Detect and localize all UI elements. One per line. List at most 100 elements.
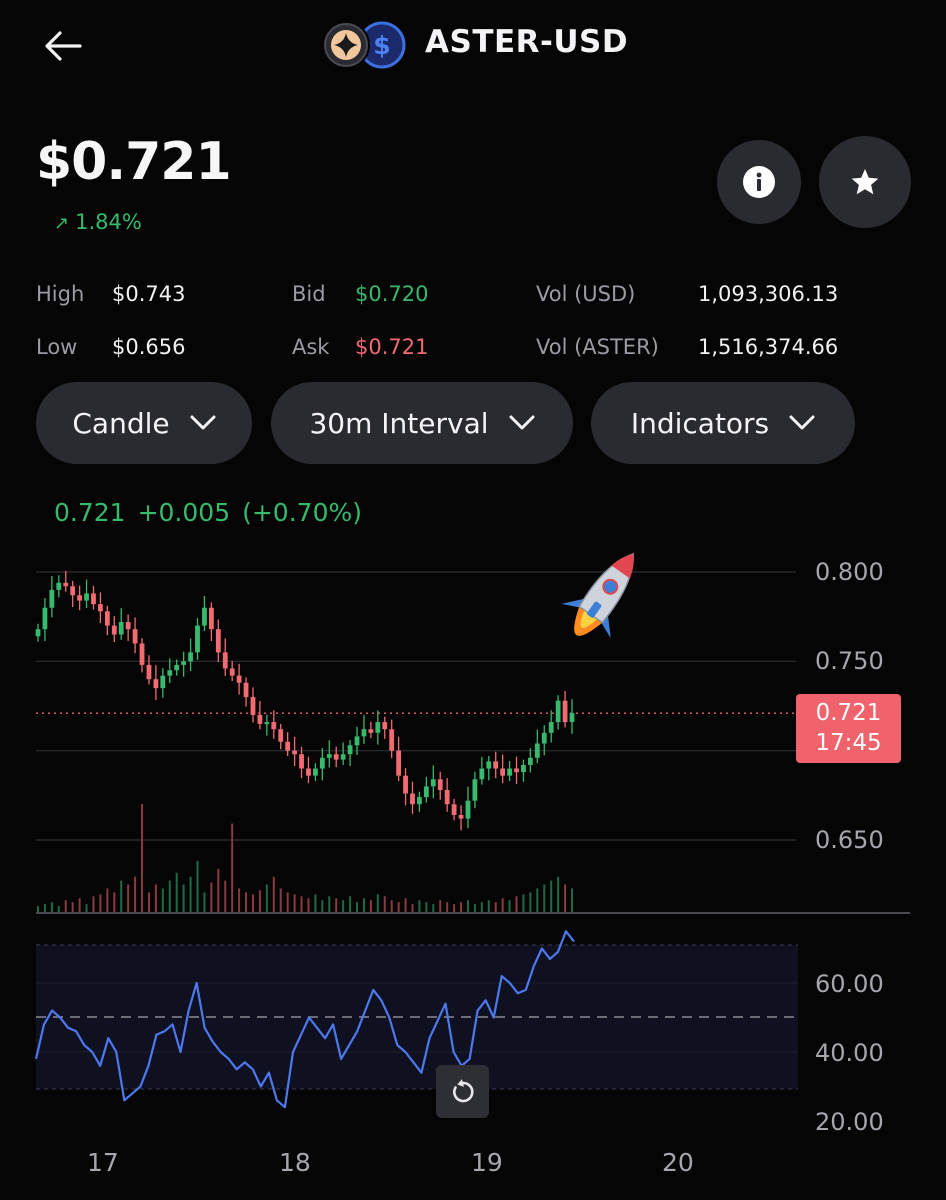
volume-bar xyxy=(425,902,428,912)
candle-body xyxy=(208,607,214,630)
volume-bar xyxy=(349,896,352,912)
candle-body xyxy=(35,629,41,637)
candle-body xyxy=(313,768,318,776)
volume-bar xyxy=(265,884,268,912)
volume-bar xyxy=(522,894,525,912)
candle-body xyxy=(56,582,62,590)
volume-bar xyxy=(501,898,504,912)
volume-bar xyxy=(376,894,379,912)
volume-bar xyxy=(251,894,254,912)
volume-bar xyxy=(480,902,483,912)
candle-body xyxy=(444,789,450,805)
candle-body xyxy=(188,652,193,662)
volume-bar xyxy=(432,904,435,912)
high-value: $0.743 xyxy=(112,282,186,306)
current-price-tag-countdown: 17:45 xyxy=(815,730,882,756)
quote-change-pct: (+0.70%) xyxy=(242,498,362,527)
candle-body xyxy=(285,741,291,751)
candle-body xyxy=(98,604,103,612)
reset-zoom-icon xyxy=(452,1078,474,1102)
volume-bar xyxy=(321,900,324,912)
candle-body xyxy=(132,629,138,644)
volume-bar xyxy=(453,904,456,912)
bid-label: Bid xyxy=(292,282,326,306)
x-tick-label: 17 xyxy=(87,1148,119,1177)
volume-bar xyxy=(328,896,331,912)
candle-body xyxy=(257,714,263,724)
back-arrow-icon[interactable] xyxy=(40,26,84,66)
candle-body xyxy=(125,622,131,630)
candle-body xyxy=(541,732,547,744)
candle-body xyxy=(354,736,360,746)
favorite-button[interactable] xyxy=(819,136,911,228)
volume-bar xyxy=(175,872,178,912)
candle-body xyxy=(195,625,200,653)
candle-body xyxy=(430,779,436,787)
x-tick-label: 20 xyxy=(662,1148,694,1177)
arrow-up-right-icon: ↗ xyxy=(54,213,70,234)
pair-title: ASTER-USD xyxy=(425,24,629,60)
candle-body xyxy=(77,595,83,601)
reset-zoom-button[interactable] xyxy=(436,1065,489,1118)
indicators-dropdown[interactable]: Indicators xyxy=(591,382,855,464)
volume-bar xyxy=(515,896,518,912)
candle-body xyxy=(534,743,540,758)
current-price-tag: 0.721 17:45 xyxy=(796,694,901,763)
volume-bar xyxy=(342,900,345,912)
volume-bar xyxy=(473,904,476,912)
volume-bar xyxy=(279,888,282,912)
high-label: High xyxy=(36,282,85,306)
volume-bar xyxy=(258,890,261,912)
volume-bar xyxy=(390,900,393,912)
candle-body xyxy=(299,754,304,769)
candle-body xyxy=(417,797,422,805)
indicators-label: Indicators xyxy=(630,406,770,440)
volume-bar xyxy=(362,898,365,912)
candle-body xyxy=(562,700,568,723)
rsi-tick-label: 60.00 xyxy=(815,970,884,998)
volume-bar xyxy=(550,880,553,912)
info-icon xyxy=(743,166,775,198)
volume-bar xyxy=(272,876,275,912)
candle-body xyxy=(49,589,55,608)
candle-body xyxy=(458,814,464,819)
candle-body xyxy=(118,622,124,635)
candle-body xyxy=(368,729,374,733)
rsi-tick-label: 40.00 xyxy=(815,1039,884,1067)
volume-bar xyxy=(487,900,490,912)
candle-body xyxy=(410,793,415,805)
volume-bar xyxy=(307,898,310,912)
volume-bar xyxy=(147,892,150,912)
interval-label: 30m Interval xyxy=(309,406,489,440)
candle-body xyxy=(375,722,381,733)
candle-body xyxy=(555,700,561,723)
candle-body xyxy=(146,664,152,680)
y-tick-label: 0.650 xyxy=(815,826,884,854)
volume-bar xyxy=(71,902,74,912)
interval-dropdown[interactable]: 30m Interval xyxy=(271,382,573,464)
volume-bar xyxy=(286,892,289,912)
volume-bar xyxy=(557,876,560,912)
chevron-down-icon xyxy=(190,415,216,430)
volume-bar xyxy=(300,896,303,912)
volume-bar xyxy=(543,884,546,912)
candle-body xyxy=(271,722,277,730)
candle-body xyxy=(153,679,159,689)
volume-bar xyxy=(182,884,185,912)
volume-bar xyxy=(210,882,213,912)
rsi-tick-label: 20.00 xyxy=(815,1108,884,1132)
candle-body xyxy=(514,768,519,773)
volume-bar xyxy=(113,892,116,912)
candle-body xyxy=(111,625,117,635)
vol-usd-label: Vol (USD) xyxy=(536,282,636,306)
volume-bar xyxy=(335,898,338,912)
candle-body xyxy=(326,754,332,758)
candle-body xyxy=(548,722,554,733)
chart-type-dropdown[interactable]: Candle xyxy=(36,382,252,464)
candle-body xyxy=(174,664,180,671)
candle-body xyxy=(202,607,207,626)
y-tick-label: 0.800 xyxy=(815,558,884,586)
star-icon xyxy=(851,169,879,195)
info-button[interactable] xyxy=(717,140,801,224)
volume-bar xyxy=(369,900,372,912)
